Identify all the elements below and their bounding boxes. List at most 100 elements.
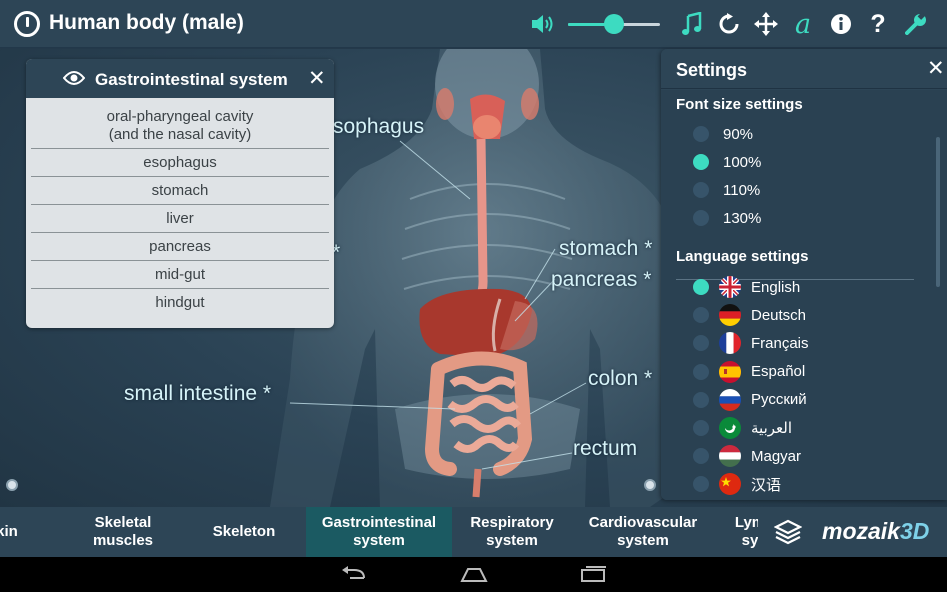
reset-icon[interactable] (713, 8, 745, 40)
font-size-option[interactable]: 110% (693, 178, 913, 202)
font-size-label: 110% (723, 181, 761, 199)
radio-unselected[interactable] (693, 182, 709, 198)
flag-uk-icon (719, 276, 741, 298)
help-icon[interactable]: ? (862, 8, 894, 40)
eye-icon[interactable] (63, 70, 85, 86)
language-option[interactable]: Magyar (693, 444, 913, 468)
organ-list: oral-pharyngeal cavity (and the nasal cav… (26, 98, 334, 316)
home-icon[interactable] (460, 566, 488, 582)
label-small-intestine-text: small intestine (124, 382, 258, 405)
label-colon[interactable]: colon * (588, 367, 652, 391)
label-rectum[interactable]: rectum (573, 437, 637, 461)
language-label: Deutsch (751, 306, 807, 324)
tongue (473, 115, 501, 139)
font-size-option[interactable]: 100% (693, 150, 913, 174)
recents-icon[interactable] (580, 566, 608, 582)
tab-cardiovascular-system[interactable]: Cardiovascular system (572, 507, 714, 557)
label-stomach-text: stomach (559, 237, 639, 260)
mozaik-logo: mozaik3D (822, 518, 929, 545)
organ-list-item[interactable]: hindgut (31, 289, 329, 316)
tab-respiratory-system[interactable]: Respiratory system (452, 507, 572, 557)
settings-wrench-icon[interactable] (900, 8, 932, 40)
language-label: 汉语 (751, 476, 782, 494)
radio-unselected[interactable] (693, 476, 709, 493)
language-option[interactable]: 汉语 (693, 472, 913, 496)
close-icon[interactable]: ✕ (308, 66, 326, 91)
back-icon[interactable] (340, 566, 368, 582)
right-scroll-pin[interactable] (644, 479, 656, 491)
label-stomach[interactable]: stomach * (559, 237, 652, 261)
radio-unselected[interactable] (693, 307, 709, 324)
tab-skeletal-muscles[interactable]: Skeletal muscles (70, 507, 176, 557)
language-label: Français (751, 334, 809, 352)
left-scroll-pin[interactable] (6, 479, 18, 491)
label-colon-text: colon (588, 367, 639, 390)
tab-gastrointestinal-system[interactable]: Gastrointestinal system (306, 507, 452, 557)
info-icon[interactable] (825, 8, 857, 40)
organ-list-item[interactable]: stomach (31, 177, 329, 205)
font-size-option[interactable]: 90% (693, 122, 913, 146)
font-size-label: 90% (723, 125, 754, 143)
salivary-gland-left (436, 88, 454, 120)
language-label: Русский (751, 391, 807, 409)
radio-unselected[interactable] (693, 335, 709, 352)
volume-slider[interactable] (568, 14, 660, 34)
app-window: Human body (male) a ? sophagus * stomach… (0, 0, 947, 592)
radio-unselected[interactable] (693, 391, 709, 408)
system-panel: Gastrointestinal system ✕ oral-pharyngea… (26, 59, 334, 328)
volume-knob[interactable] (604, 14, 624, 34)
radio-selected[interactable] (693, 279, 709, 295)
label-small-intestine[interactable]: small intestine * (124, 382, 271, 406)
organ-list-item[interactable]: liver (31, 205, 329, 233)
system-panel-header: Gastrointestinal system ✕ (26, 59, 334, 98)
layers-icon[interactable] (774, 519, 802, 545)
radio-unselected[interactable] (693, 210, 709, 226)
language-heading: Language settings (676, 248, 809, 265)
tab-kin[interactable]: kin (0, 507, 22, 557)
flag-fr-icon (719, 332, 741, 355)
radio-unselected[interactable] (693, 420, 709, 436)
font-icon[interactable]: a (787, 8, 819, 40)
font-size-label: 130% (723, 209, 762, 227)
settings-panel: Settings ✕ Font size settings 90% 100% 110… (661, 49, 947, 500)
label-pancreas[interactable]: pancreas * (551, 268, 651, 292)
radio-unselected[interactable] (693, 448, 709, 465)
font-size-heading: Font size settings (676, 96, 803, 113)
settings-close-icon[interactable]: ✕ (927, 56, 945, 81)
language-option[interactable]: English (693, 275, 913, 299)
organ-list-item[interactable]: oral-pharyngeal cavity (and the nasal cav… (31, 103, 329, 149)
radio-unselected[interactable] (693, 363, 709, 380)
move-icon[interactable] (750, 8, 782, 40)
volume-icon[interactable] (528, 8, 560, 40)
settings-scrollbar[interactable] (936, 137, 940, 287)
android-nav-bar (0, 557, 947, 592)
label-esophagus[interactable]: sophagus (333, 115, 424, 139)
flag-es-icon (719, 360, 741, 383)
label-pancreas-text: pancreas (551, 268, 638, 291)
language-option[interactable]: Русский (693, 388, 913, 412)
organ-list-item[interactable]: mid-gut (31, 261, 329, 289)
organ-list-item[interactable]: pancreas (31, 233, 329, 261)
language-label: English (751, 278, 801, 296)
label-small-intestine-asterisk: * (262, 382, 272, 405)
flag-cn-icon (719, 473, 741, 496)
language-option[interactable]: Español (693, 360, 913, 384)
salivary-gland-right (521, 88, 539, 120)
flag-ru-icon (719, 388, 741, 411)
radio-unselected[interactable] (693, 126, 709, 142)
label-stomach-asterisk: * (644, 237, 653, 260)
language-option[interactable]: العربية (693, 416, 913, 440)
organ-list-item[interactable]: esophagus (31, 149, 329, 177)
flag-hu-icon (719, 445, 741, 468)
app-title: Human body (male) (49, 11, 244, 34)
radio-selected[interactable] (693, 154, 709, 170)
font-size-option[interactable]: 130% (693, 206, 913, 230)
system-panel-title: Gastrointestinal system (95, 70, 288, 89)
language-label: العربية (751, 420, 792, 437)
music-icon[interactable] (676, 8, 708, 40)
flag-sa-icon (719, 417, 741, 439)
language-option[interactable]: Français (693, 331, 913, 355)
power-icon[interactable] (14, 11, 40, 37)
tab-skeleton[interactable]: Skeleton (182, 507, 306, 557)
language-option[interactable]: Deutsch (693, 303, 913, 327)
